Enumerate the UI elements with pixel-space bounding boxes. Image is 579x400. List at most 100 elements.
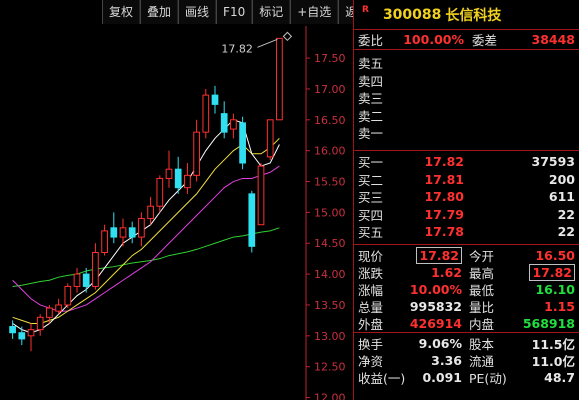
sell-order-row[interactable]: 卖五 xyxy=(354,54,579,72)
order-ratio-value: 100.00% xyxy=(403,32,464,47)
stat-value: 11.5亿 xyxy=(531,337,575,352)
buy-order-row[interactable]: 买四 17.79 22 xyxy=(354,206,579,224)
candle-body xyxy=(27,329,35,337)
candle-body xyxy=(174,168,182,189)
buy-order-price: 17.79 xyxy=(424,206,464,222)
sell-order-row[interactable]: 卖三 xyxy=(354,89,579,107)
kline-chart[interactable]: 17.50 17.00 16.50 16.00 15.50 15.00 14.50 14.00… xyxy=(0,0,353,400)
stat-value: 426914 xyxy=(409,316,462,331)
candle-body xyxy=(110,227,118,238)
stat-value: 0.091 xyxy=(422,370,462,385)
price-tick-label: 16.50 xyxy=(314,114,346,127)
candle-body xyxy=(230,119,237,130)
chart-toolbar: 复权叠加画线F10标记+自选返回 xyxy=(102,0,377,24)
buy-order-price: 17.82 xyxy=(424,154,464,170)
candle-body xyxy=(276,37,283,121)
candle-body xyxy=(64,285,72,306)
candle-body xyxy=(119,227,127,238)
toolbar-button-5[interactable]: +自选 xyxy=(290,0,339,24)
candle-body xyxy=(55,304,62,312)
stat-label: 收益(一) xyxy=(358,371,406,386)
buy-order-row[interactable]: 买五 17.78 22 xyxy=(354,223,579,241)
stat-value: 10.00% xyxy=(409,282,462,297)
candle-body xyxy=(128,227,136,238)
stat-value: 1.15 xyxy=(544,299,575,314)
stat-value: 16.50 xyxy=(535,248,575,263)
stat-value: 48.7 xyxy=(544,370,575,385)
quote-panel: R 300088 长信科技 委比 100.00% 委差 38448 卖五 卖四 卖三… xyxy=(353,0,579,400)
stock-code: 300088 xyxy=(382,6,442,23)
candle-body xyxy=(46,307,53,318)
order-diff-value: 38448 xyxy=(531,32,576,47)
sell-orders: 卖五 卖四 卖三 卖二 卖一 xyxy=(354,50,579,151)
buy-order-volume: 200 xyxy=(548,171,575,187)
buy-order-row[interactable]: 买三 17.80 611 xyxy=(354,188,579,206)
r-badge: R xyxy=(362,4,369,15)
price-tick-label: 17.50 xyxy=(314,52,346,65)
candle-body xyxy=(239,122,246,164)
ma60-line xyxy=(12,227,280,287)
kline-chart-area[interactable]: 17.50 17.00 16.50 16.00 15.50 15.00 14.50 14.00… xyxy=(0,0,377,400)
stat-row: 涨幅 10.00% 最低 16.10 xyxy=(354,281,579,298)
buy-order-volume: 611 xyxy=(548,189,575,205)
sell-order-row[interactable]: 卖四 xyxy=(354,72,579,90)
buy-orders: 买一 17.82 37593 买二 17.81 200 买三 17.80 611 买四 17.79 2… xyxy=(354,151,579,245)
ma20-line xyxy=(12,165,280,312)
stat-value: 16.10 xyxy=(535,282,575,297)
price-tick-label: 15.00 xyxy=(314,206,346,219)
quote-stats-extra: 换手 9.06% 股本 11.5亿 净资 3.36 流通 11.0亿 收益(一) 0.091 PE(… xyxy=(354,332,579,386)
candle-body xyxy=(73,273,81,287)
quote-stats: 现价 17.82 今开 16.50 涨跌 1.62 最高 17.82 涨幅 10.00% 最低 16.… xyxy=(354,245,579,332)
toolbar-button-0[interactable]: 复权 xyxy=(102,0,141,24)
sell-order-label: 卖五 xyxy=(358,56,384,72)
stat-row: 涨跌 1.62 最高 17.82 xyxy=(354,264,579,281)
ma10-line xyxy=(12,137,280,324)
buy-order-label: 买四 xyxy=(358,207,384,223)
buy-order-label: 买五 xyxy=(358,225,384,241)
stat-row: 总量 995832 量比 1.15 xyxy=(354,298,579,315)
price-tick-label: 14.00 xyxy=(314,268,346,281)
candle-body xyxy=(211,94,219,105)
candle-body xyxy=(248,193,256,247)
candle-body xyxy=(92,251,99,287)
sell-order-row[interactable]: 卖一 xyxy=(354,124,579,142)
toolbar-button-3[interactable]: F10 xyxy=(216,0,253,24)
stat-label: 外盘 xyxy=(358,317,384,332)
stock-title-bar: R 300088 长信科技 xyxy=(354,0,579,30)
price-tick-label: 14.50 xyxy=(314,237,346,250)
candle-body xyxy=(257,165,265,226)
toolbar-button-2[interactable]: 画线 xyxy=(178,0,217,24)
buy-order-row[interactable]: 买二 17.81 200 xyxy=(354,171,579,189)
buy-order-label: 买二 xyxy=(358,172,384,188)
buy-order-volume: 37593 xyxy=(531,154,576,170)
buy-order-price: 17.80 xyxy=(424,189,464,205)
order-ratio-label: 委比 xyxy=(358,33,384,48)
toolbar-button-4[interactable]: 标记 xyxy=(252,0,291,24)
candle-body xyxy=(147,205,154,220)
buy-order-volume: 22 xyxy=(557,206,575,222)
candle-body xyxy=(156,177,164,207)
price-tick-label: 13.00 xyxy=(314,330,346,343)
candle-body xyxy=(202,94,210,133)
candle-body xyxy=(138,218,145,238)
stat-row: 现价 17.82 今开 16.50 xyxy=(354,247,579,264)
candle-body xyxy=(101,230,108,253)
buy-order-price: 17.81 xyxy=(424,171,464,187)
stat-value: 9.06% xyxy=(418,336,462,351)
price-tick-label: 13.50 xyxy=(314,299,346,312)
toolbar-button-1[interactable]: 叠加 xyxy=(140,0,179,24)
price-tick-label: 17.00 xyxy=(314,83,346,96)
sell-order-label: 卖四 xyxy=(358,73,384,89)
candle-body xyxy=(9,326,16,334)
buy-order-label: 买一 xyxy=(358,155,384,171)
price-tick-label: 12.50 xyxy=(314,361,346,374)
buy-order-price: 17.78 xyxy=(424,224,464,240)
high-marker-line xyxy=(257,38,278,48)
sell-order-row[interactable]: 卖二 xyxy=(354,107,579,125)
stat-row: 收益(一) 0.091 PE(动) 48.7 xyxy=(354,369,579,386)
stat-value: 1.62 xyxy=(431,265,462,280)
order-diff-label: 委差 xyxy=(472,33,498,48)
buy-order-row[interactable]: 买一 17.82 37593 xyxy=(354,153,579,171)
sell-order-label: 卖一 xyxy=(358,126,384,142)
candle-body xyxy=(36,316,44,331)
